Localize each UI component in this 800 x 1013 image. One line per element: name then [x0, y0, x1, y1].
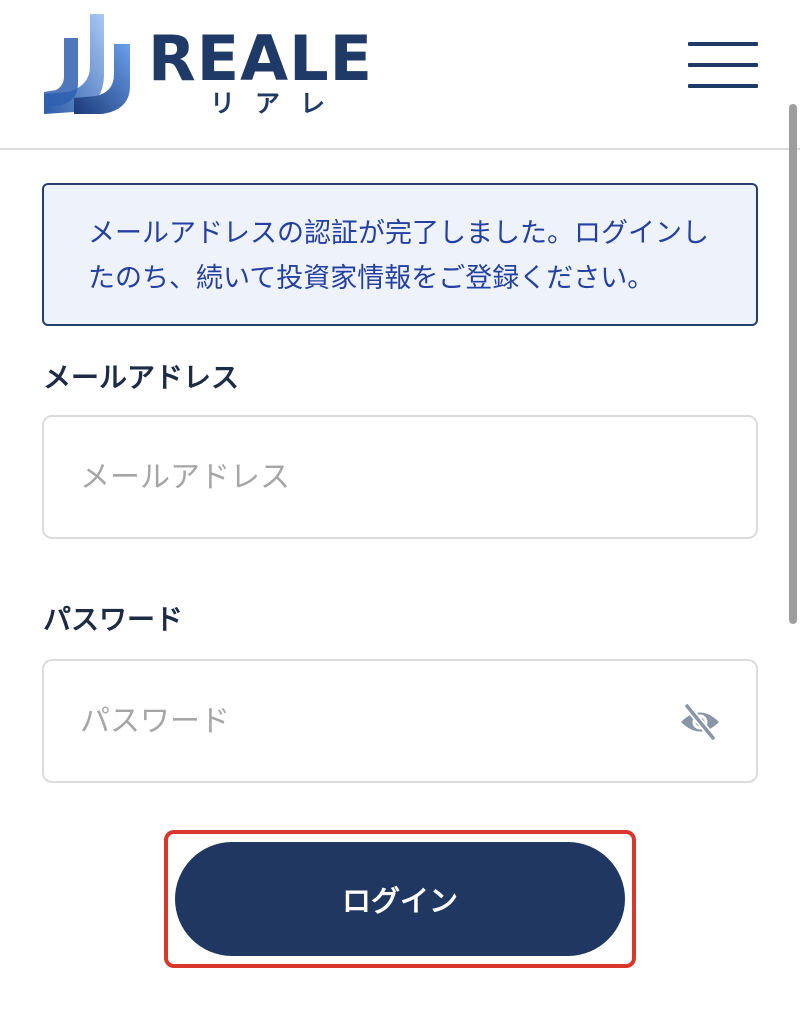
scrollbar[interactable]	[789, 104, 797, 624]
verification-notice: メールアドレスの認証が完了しました。ログインし たのち、続いて投資家情報をご登録く…	[42, 183, 758, 326]
logo-kana: リアレ	[210, 89, 346, 118]
logo-wordmark: REALE	[148, 22, 373, 95]
password-label: パスワード	[43, 603, 184, 636]
email-label: メールアドレス	[43, 361, 240, 394]
hamburger-menu-icon[interactable]	[688, 42, 758, 88]
menu-bar	[688, 42, 758, 46]
notice-message: メールアドレスの認証が完了しました。ログインし たのち、続いて投資家情報をご登録く…	[88, 211, 716, 301]
email-input[interactable]	[80, 417, 680, 537]
notice-line-1: メールアドレスの認証が完了しました。ログインし	[88, 218, 709, 249]
site-header: REALE リアレ	[0, 0, 800, 150]
eye-slash-icon[interactable]	[678, 703, 722, 741]
password-field-container	[42, 659, 758, 783]
notice-line-2: たのち、続いて投資家情報をご登録ください。	[88, 263, 655, 294]
menu-bar	[688, 84, 758, 88]
login-page: REALE リアレ メールアドレスの認証が完了しました。ログインし たのち、続いて…	[0, 0, 800, 1013]
password-input[interactable]	[80, 661, 680, 781]
email-field-container	[42, 415, 758, 539]
menu-bar	[688, 63, 758, 67]
reale-logo-mark-icon	[44, 14, 130, 114]
reale-logo[interactable]: REALE リアレ	[44, 14, 394, 124]
login-button[interactable]: ログイン	[175, 842, 625, 956]
